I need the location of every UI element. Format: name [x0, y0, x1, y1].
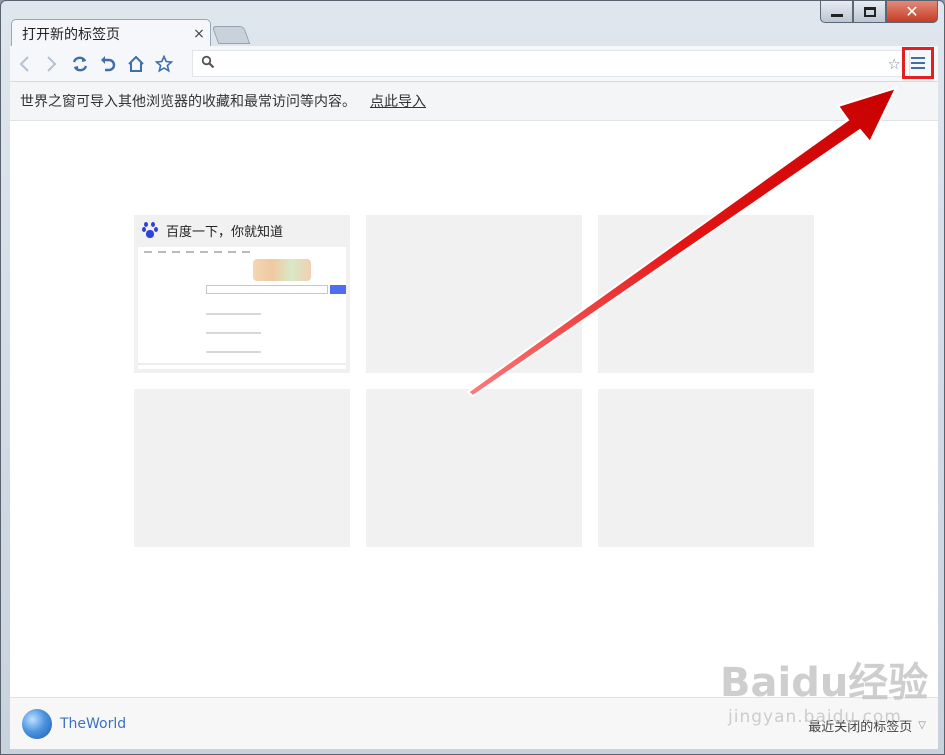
globe-icon [22, 708, 52, 739]
baidu-doodle [253, 259, 311, 281]
brand-name[interactable]: TheWorld [60, 716, 126, 732]
maximize-button[interactable] [853, 1, 886, 23]
close-window-button[interactable]: ✕ [886, 1, 938, 23]
tab-new-tab-page[interactable]: 打开新的标签页 × [11, 19, 211, 47]
tile-preview [138, 247, 346, 369]
browser-window: 打开新的标签页 × ✕ ☆ 世界之窗可导入其他浏览器的收藏和最常访问等内容。 点… [0, 0, 945, 755]
undo-icon [101, 55, 116, 71]
forward-button[interactable] [38, 50, 66, 78]
refresh-icon [72, 56, 88, 71]
speed-dial-tile-empty[interactable] [598, 389, 814, 547]
new-tab-button[interactable] [211, 26, 251, 44]
tab-close-icon[interactable]: × [188, 26, 210, 42]
forward-icon [47, 55, 57, 72]
bookmark-star-icon[interactable]: ☆ [888, 55, 901, 73]
address-bar[interactable]: ☆ [192, 50, 910, 77]
speed-dial-tile-empty[interactable] [134, 389, 350, 547]
import-infobar: 世界之窗可导入其他浏览器的收藏和最常访问等内容。 点此导入 [10, 82, 938, 121]
infobar-message: 世界之窗可导入其他浏览器的收藏和最常访问等内容。 [20, 94, 356, 110]
refresh-button[interactable] [66, 50, 94, 78]
tile-title: 百度一下，你就知道 [166, 224, 284, 240]
new-tab-content: 百度一下，你就知道 [10, 121, 938, 697]
tile-header: 百度一下，你就知道 [134, 215, 350, 245]
toolbar: ☆ [10, 46, 938, 82]
import-link[interactable]: 点此导入 [370, 91, 426, 111]
watermark-url: jingyan.baidu.com [728, 707, 902, 727]
home-button[interactable] [122, 50, 150, 78]
maximize-icon [863, 6, 876, 17]
search-icon [201, 54, 219, 73]
speed-dial-tile-empty[interactable] [366, 215, 582, 373]
speed-dial-tile-empty[interactable] [598, 215, 814, 373]
chevron-down-icon: ▽ [918, 720, 926, 731]
tab-title: 打开新的标签页 [22, 26, 120, 43]
baidu-paw-icon [142, 222, 158, 238]
undo-close-button[interactable] [94, 50, 122, 78]
watermark-logo: Baidu经验 [720, 660, 929, 706]
menu-icon [911, 54, 925, 72]
speed-dial-tile[interactable]: 百度一下，你就知道 [134, 215, 350, 373]
title-bar: 打开新的标签页 × ✕ [1, 1, 944, 47]
home-icon [128, 55, 144, 72]
back-button[interactable] [10, 50, 38, 78]
address-input[interactable] [219, 52, 888, 75]
minimize-icon [830, 14, 843, 17]
close-icon: ✕ [905, 2, 919, 21]
main-menu-button[interactable] [902, 47, 934, 79]
back-icon [19, 55, 29, 72]
favorites-button[interactable] [150, 50, 178, 78]
window-controls: ✕ [820, 1, 938, 23]
minimize-button[interactable] [820, 1, 853, 23]
star-icon [155, 54, 173, 72]
speed-dial-tile-empty[interactable] [366, 389, 582, 547]
